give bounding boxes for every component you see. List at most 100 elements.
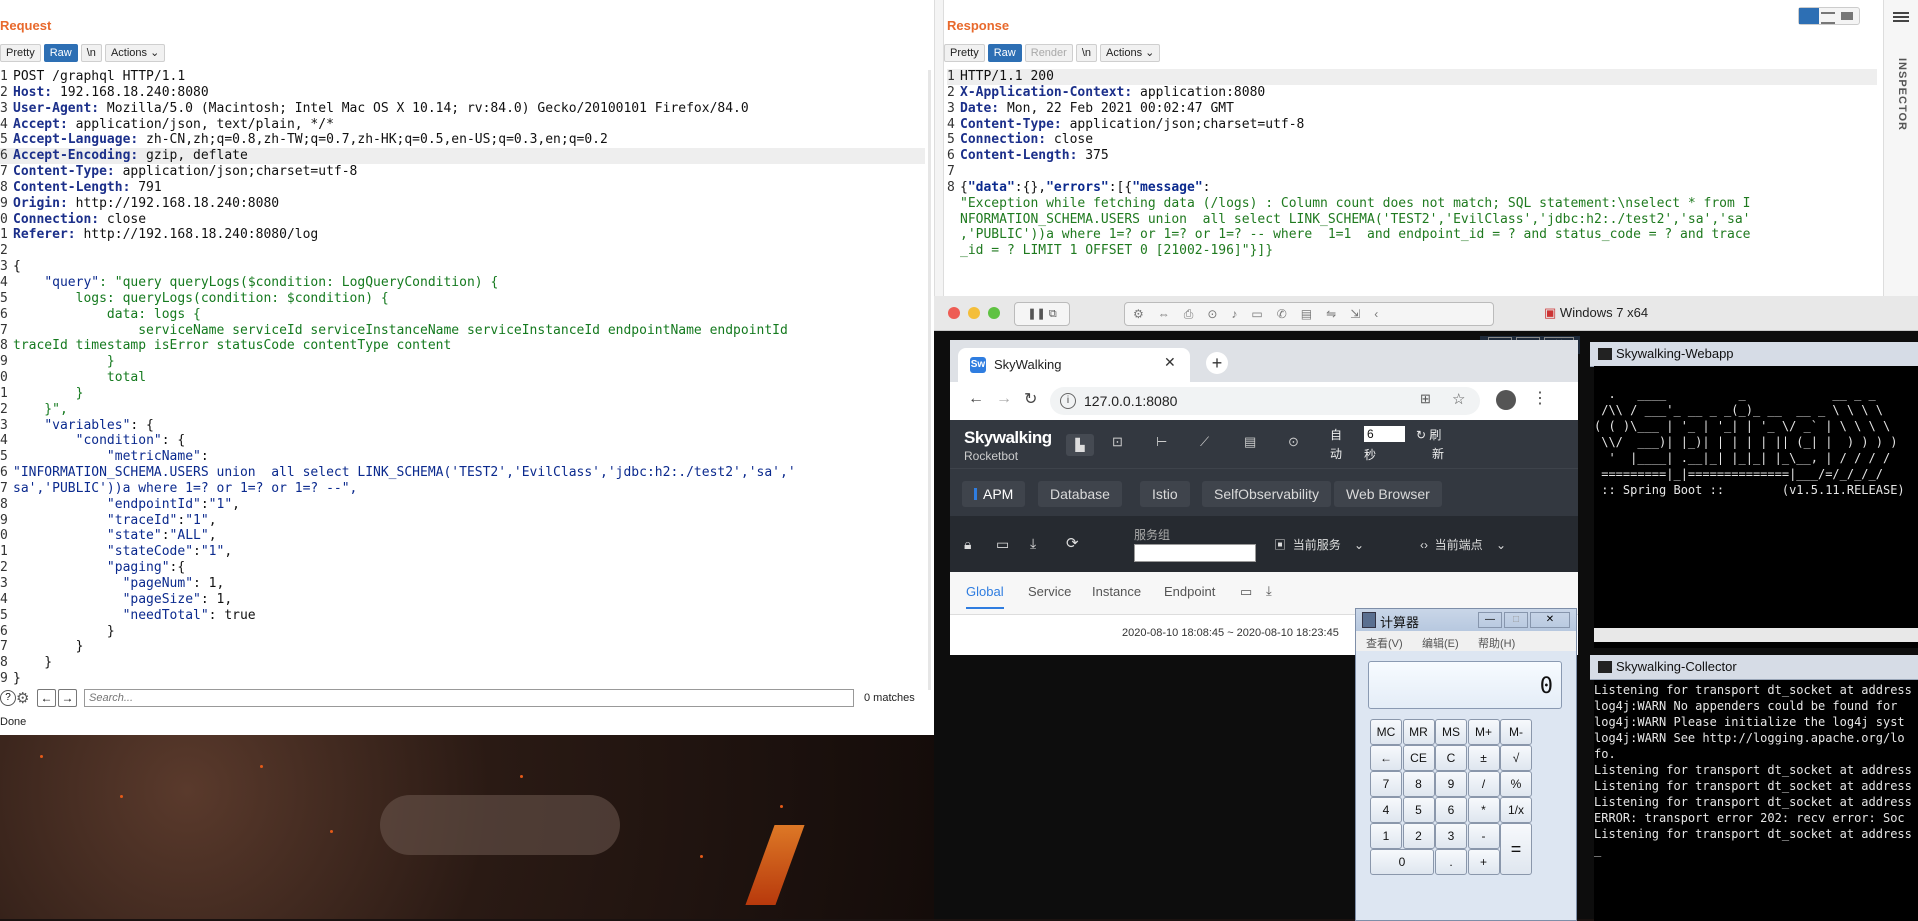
folder-icon[interactable]: ▭	[996, 536, 1009, 553]
tab-close-icon[interactable]: ✕	[1164, 354, 1176, 371]
calc-key[interactable]: 8	[1402, 771, 1435, 797]
settings-gear-icon[interactable]: ⚙	[16, 689, 29, 707]
webapp-horizontal-scrollbar[interactable]	[1594, 628, 1918, 642]
request-body[interactable]: 1 POST /graphql HTTP/1.1 2 Host: 192.168.18…	[0, 69, 925, 686]
previous-match-button[interactable]: ←	[37, 689, 56, 707]
calc-key[interactable]: 1	[1370, 823, 1402, 849]
nav-apm[interactable]: APM	[962, 481, 1026, 507]
bookmark-star-icon[interactable]: ☆	[1452, 390, 1465, 408]
close-icon[interactable]: ✕	[1530, 612, 1570, 628]
lock-icon[interactable]: 🔒︎	[964, 536, 971, 553]
calc-key[interactable]: M+	[1467, 719, 1500, 745]
calc-key[interactable]: 3	[1435, 823, 1467, 849]
tab-endpoint[interactable]: Endpoint	[1164, 584, 1215, 599]
render-button[interactable]: Render	[1024, 44, 1073, 62]
current-service-dropdown[interactable]: ▣ 当前服务 ⌄	[1274, 536, 1364, 553]
raw-button[interactable]: Raw	[43, 44, 78, 62]
calc-key[interactable]: 6	[1435, 797, 1467, 823]
translate-icon[interactable]: ⊞	[1420, 391, 1431, 407]
maximize-icon[interactable]: □	[1504, 612, 1528, 628]
next-match-button[interactable]: →	[58, 689, 77, 707]
info-icon[interactable]: i	[1060, 393, 1076, 409]
reload-icon[interactable]: ↻	[1024, 389, 1037, 409]
metrics-icon[interactable]: ⟋	[1200, 434, 1209, 450]
calc-key[interactable]: 5	[1402, 797, 1435, 823]
calc-key[interactable]: -	[1467, 823, 1500, 849]
export-icon[interactable]: ⤓	[1266, 583, 1272, 599]
refresh-interval-input[interactable]: 6	[1364, 426, 1405, 442]
menu-edit[interactable]: 编辑(E)	[1422, 635, 1459, 651]
sync-icon[interactable]: ⟳	[1066, 534, 1079, 552]
calc-key[interactable]: ←	[1370, 745, 1402, 771]
forward-icon[interactable]: →	[996, 390, 1012, 408]
calc-key[interactable]: ±	[1467, 745, 1500, 771]
calc-key[interactable]: /	[1467, 771, 1500, 797]
tab-global[interactable]: Global	[966, 584, 1004, 609]
layout-tabs-icon[interactable]	[1841, 12, 1853, 20]
calc-key[interactable]: M-	[1500, 719, 1532, 745]
search-input[interactable]	[84, 689, 854, 707]
calc-key[interactable]: 0	[1370, 849, 1434, 875]
calc-key[interactable]: MS	[1435, 719, 1467, 745]
tab-instance[interactable]: Instance	[1092, 584, 1141, 599]
topology-icon[interactable]: ⊡	[1112, 434, 1123, 450]
url-field[interactable]: i 127.0.0.1:8080 ⊞ ☆	[1050, 387, 1480, 415]
calc-key[interactable]: %	[1500, 771, 1532, 797]
minimize-window-button[interactable]	[968, 307, 980, 319]
alarm-icon[interactable]: ⊙	[1288, 434, 1299, 450]
layout-side-by-side-icon[interactable]	[1799, 8, 1819, 24]
nav-web-browser[interactable]: Web Browser	[1334, 481, 1442, 507]
request-scrollbar[interactable]	[928, 70, 931, 690]
profile-avatar-icon[interactable]	[1496, 390, 1516, 410]
vm-device-icons[interactable]: ⚙⇔⎙⊙♪▭✆▤⇋⇲‹	[1124, 302, 1494, 326]
nav-database[interactable]: Database	[1038, 481, 1122, 507]
new-tab-icon[interactable]: +	[1206, 352, 1228, 374]
trace-icon[interactable]: ⊢	[1156, 434, 1167, 450]
calc-key[interactable]: √	[1500, 745, 1532, 771]
calc-key[interactable]: MC	[1370, 719, 1402, 745]
dashboard-icon[interactable]: ▙	[1066, 434, 1094, 456]
menu-view[interactable]: 查看(V)	[1366, 635, 1403, 651]
calc-key[interactable]: 7	[1370, 771, 1402, 797]
zoom-window-button[interactable]	[988, 307, 1000, 319]
actions-dropdown[interactable]: Actions ⌄	[104, 44, 166, 62]
calc-key[interactable]: 4	[1370, 797, 1402, 823]
browser-tab[interactable]: Sw SkyWalking ✕	[958, 348, 1190, 382]
layout-stacked-icon[interactable]	[1821, 12, 1835, 24]
calc-key[interactable]: 2	[1402, 823, 1435, 849]
newline-toggle[interactable]: \n	[80, 44, 102, 62]
calc-key[interactable]: C	[1435, 745, 1467, 771]
calc-key[interactable]: 1/x	[1500, 797, 1532, 823]
nav-istio[interactable]: Istio	[1140, 481, 1190, 507]
browser-menu-icon[interactable]: ⋮	[1532, 388, 1548, 408]
menu-help[interactable]: 帮助(H)	[1478, 635, 1515, 651]
inspector-label[interactable]: INSPECTOR	[1896, 58, 1908, 131]
raw-button[interactable]: Raw	[987, 44, 1022, 62]
calc-key[interactable]: 9	[1435, 771, 1467, 797]
calc-key[interactable]: +	[1467, 849, 1500, 875]
menu-icon[interactable]	[1893, 10, 1909, 24]
download-icon[interactable]: ⤓	[1030, 535, 1036, 552]
back-icon[interactable]: ←	[968, 390, 984, 408]
pretty-button[interactable]: Pretty	[0, 44, 41, 62]
profile-icon[interactable]: ▤	[1244, 434, 1256, 450]
newline-toggle[interactable]: \n	[1075, 44, 1098, 62]
folder-tab-icon[interactable]: ▭	[1240, 584, 1252, 600]
service-group-input[interactable]	[1134, 544, 1256, 562]
close-window-button[interactable]	[948, 307, 960, 319]
current-endpoint-dropdown[interactable]: ‹› 当前端点 ⌄	[1420, 536, 1506, 553]
refresh-button[interactable]: ↻ 刷新	[1416, 426, 1444, 464]
response-body[interactable]: 1 HTTP/1.1 200 2 X-Application-Context: app…	[947, 69, 1877, 289]
help-icon[interactable]: ?	[0, 690, 16, 706]
calc-key[interactable]: MR	[1402, 719, 1435, 745]
tab-service[interactable]: Service	[1028, 584, 1071, 599]
nav-selfobservability[interactable]: SelfObservability	[1202, 481, 1332, 507]
calc-key[interactable]: =	[1500, 823, 1532, 875]
calc-key[interactable]: *	[1467, 797, 1500, 823]
pause-snapshot-controls[interactable]: ❚❚ ⧉	[1014, 302, 1070, 326]
minimize-icon[interactable]: —	[1478, 612, 1502, 628]
actions-dropdown[interactable]: Actions ⌄	[1100, 44, 1161, 62]
calc-key[interactable]: .	[1435, 849, 1467, 875]
calc-key[interactable]: CE	[1402, 745, 1435, 771]
pretty-button[interactable]: Pretty	[944, 44, 985, 62]
